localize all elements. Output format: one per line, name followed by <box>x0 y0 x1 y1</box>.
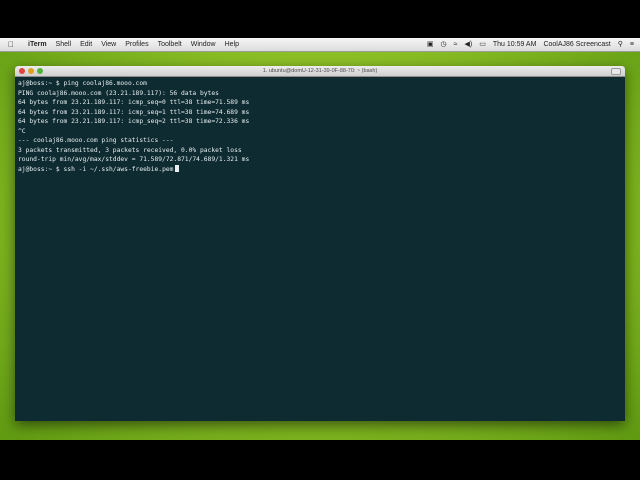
terminal-line: PING coolaj86.mooo.com (23.21.189.117): … <box>18 89 219 97</box>
menu-iterm[interactable]: iTerm <box>28 38 47 51</box>
menu-profiles[interactable]: Profiles <box>125 38 148 51</box>
command-line[interactable]: aj@boss:~ $ ssh -i ~/.ssh/aws-freebie.pe… <box>18 164 622 175</box>
apple-icon[interactable]:  <box>8 38 18 51</box>
user-name[interactable]: CoolAJ86 Screencast <box>543 38 610 51</box>
menu-help[interactable]: Help <box>225 38 239 51</box>
clock[interactable]: Thu 10:59 AM <box>493 38 537 51</box>
menu-edit[interactable]: Edit <box>80 38 92 51</box>
fullscreen-icon[interactable] <box>611 68 621 75</box>
menu-view[interactable]: View <box>101 38 116 51</box>
terminal-line: aj@boss:~ $ ping coolaj86.mooo.com <box>18 80 147 87</box>
battery-icon[interactable]: ▭ <box>479 38 486 51</box>
status-area: ▣ ◷ ≈ ◀) ▭ Thu 10:59 AM CoolAJ86 Screenc… <box>420 38 634 51</box>
terminal-line: round-trip min/avg/max/stddev = 71.589/7… <box>18 156 250 163</box>
spotlight-icon[interactable]: ⚲ <box>618 38 623 51</box>
menu-window[interactable]: Window <box>191 38 216 51</box>
command-input[interactable]: ssh -i ~/.ssh/aws-freebie.pem <box>64 166 174 173</box>
menu-bar:  iTerm Shell Edit View Profiles Toolbel… <box>0 38 640 52</box>
list-icon[interactable]: ≡ <box>630 38 634 51</box>
terminal-output[interactable]: aj@boss:~ $ ping coolaj86.mooo.com PING … <box>15 77 625 176</box>
shell-prompt: aj@boss:~ $ <box>18 165 64 173</box>
window-title: 1. ubuntu@domU-12-31-39-0F-88-70: ~ (bas… <box>262 68 378 74</box>
terminal-line: 64 bytes from 23.21.189.117: icmp_seq=0 … <box>18 99 250 106</box>
terminal-line: ^C <box>18 127 26 135</box>
menu-toolbelt[interactable]: Toolbelt <box>158 38 182 51</box>
terminal-line: 64 bytes from 23.21.189.117: icmp_seq=2 … <box>18 118 250 125</box>
terminal-window: 1. ubuntu@domU-12-31-39-0F-88-70: ~ (bas… <box>15 66 625 421</box>
text-cursor <box>175 164 180 172</box>
dropbox-icon[interactable]: ▣ <box>427 38 434 51</box>
menu-shell[interactable]: Shell <box>56 38 72 51</box>
time-machine-icon[interactable]: ◷ <box>441 38 447 51</box>
desktop:  iTerm Shell Edit View Profiles Toolbel… <box>0 38 640 440</box>
wifi-icon[interactable]: ≈ <box>454 38 458 51</box>
window-titlebar[interactable]: 1. ubuntu@domU-12-31-39-0F-88-70: ~ (bas… <box>15 66 625 77</box>
volume-icon[interactable]: ◀) <box>465 38 473 51</box>
terminal-line: --- coolaj86.mooo.com ping statistics --… <box>18 137 174 144</box>
terminal-line: 64 bytes from 23.21.189.117: icmp_seq=1 … <box>18 108 250 116</box>
terminal-line: 3 packets transmitted, 3 packets receive… <box>18 146 242 154</box>
